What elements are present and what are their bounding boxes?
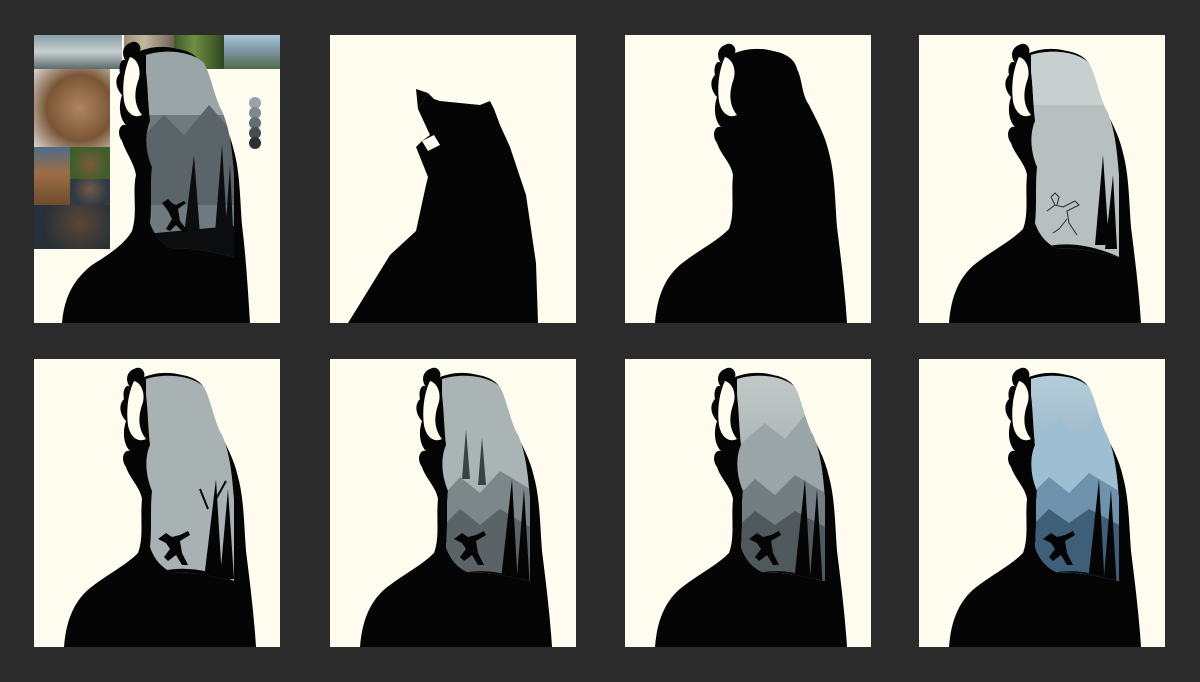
- panel-atmosphere: [625, 359, 871, 647]
- panel-refined-silhouette: [625, 35, 871, 323]
- bear-refined-silhouette: [655, 43, 847, 323]
- bear-final-color: [949, 367, 1141, 647]
- panel-final-color: [919, 359, 1165, 647]
- panel-flat-grey: [34, 359, 280, 647]
- panel-rough-silhouette: [330, 35, 576, 323]
- bear-rough-silhouette: [348, 89, 538, 323]
- panel-hunter-sketch: [919, 35, 1165, 323]
- panel-reference-sketch: [34, 35, 280, 323]
- color-swatch: [249, 137, 261, 149]
- bear-sketch: [62, 41, 250, 323]
- bear-forest-layers: [360, 367, 552, 647]
- bear-with-hunter-sketch: [949, 43, 1141, 323]
- bear-flat-grey: [64, 367, 256, 647]
- bear-atmosphere: [655, 367, 847, 647]
- panel-forest-layers: [330, 359, 576, 647]
